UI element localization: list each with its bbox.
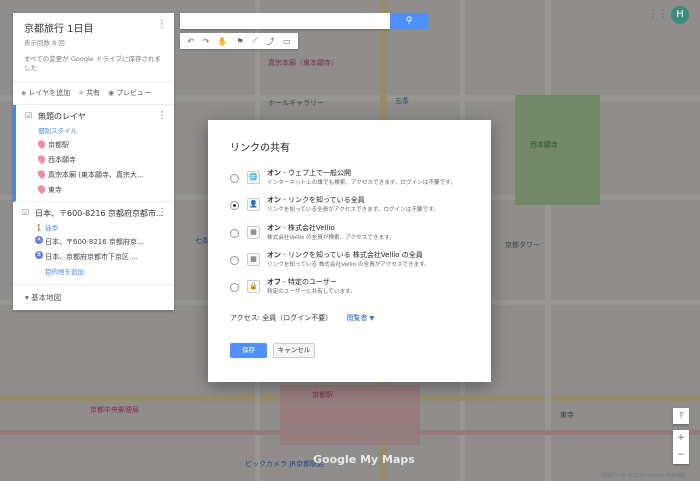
layer-more-icon[interactable]: ⋮ xyxy=(157,110,167,121)
apps-icon[interactable]: ⋮⋮ xyxy=(648,9,668,20)
pin-icon xyxy=(38,138,47,150)
help-icon[interactable]: ? xyxy=(673,408,689,424)
search-input[interactable] xyxy=(180,13,390,29)
option-public-web[interactable]: 🌐 オン - ウェブ上で一般公開 インターネット上の誰でも検索、アクセスできます… xyxy=(230,168,485,190)
building-link-icon: ▦ xyxy=(247,253,260,266)
option-anyone-with-link[interactable]: 👤 オン - リンクを知っている全員 リンクを知っている全員がアクセスできます。… xyxy=(230,195,485,217)
stop-badge: A xyxy=(35,236,43,245)
eye-icon: ◉ xyxy=(108,89,115,98)
layers-icon: ◈ xyxy=(21,89,27,98)
more-icon[interactable]: ⋮ xyxy=(157,20,167,30)
marker-icon[interactable]: ⚑ xyxy=(237,37,244,46)
layer-untitled[interactable]: ☑ 無題のレイヤ ⋮ 個別スタイル 京都駅 西本願寺 真宗本廟 (東本願寺、真宗… xyxy=(13,105,174,203)
share-button[interactable]: + 共有 xyxy=(78,88,100,98)
map-copyright[interactable]: 地図データ ©2019 Google 利用規約 xyxy=(601,472,686,479)
layer-route[interactable]: ☑ 日本、〒600-8216 京都府京都市... ⋮ 🚶 徒歩 A 日本、〒600… xyxy=(13,202,174,286)
option-organization-link[interactable]: ▦ オン - リンクを知っている 株式会社Vellio の全員 リンクを知ってい… xyxy=(230,250,485,272)
dialog-title: リンクの共有 xyxy=(230,143,290,154)
basemap-toggle[interactable]: ▾ 基本地図 xyxy=(13,285,174,310)
option-organization[interactable]: ▦ オン - 株式会社Vellio 株式会社Vellio の全員が検索、アクセス… xyxy=(230,223,485,245)
directions-icon[interactable]: ⤴ xyxy=(267,36,275,47)
map-panel: 京都旅行 1日目 ⋮ 表示回数 8 回 すべての変更が Google ドライブに… xyxy=(13,13,174,311)
search-button[interactable]: ⚲ xyxy=(390,13,428,29)
layer-checkbox[interactable]: ☑ xyxy=(22,208,29,217)
lock-person-icon: 🔒 xyxy=(247,280,260,293)
layer-name[interactable]: 無題のレイヤ xyxy=(38,111,166,122)
link-sharing-dialog: リンクの共有 🌐 オン - ウェブ上で一般公開 インターネット上の誰でも検索、ア… xyxy=(208,120,491,382)
avatar[interactable]: H xyxy=(671,6,689,24)
access-row: アクセス: 全員（ログイン不要） 閲覧者 ▼ xyxy=(230,313,374,323)
zoom-control: + − xyxy=(673,430,689,464)
radio-organization-link[interactable] xyxy=(230,256,239,265)
preview-button[interactable]: ◉ プレビュー xyxy=(108,88,151,98)
option-specific-users[interactable]: 🔒 オフ - 特定のユーザー 特定のユーザーと共有しています。 xyxy=(230,277,485,299)
stop-badge: B xyxy=(35,251,43,260)
panel-actions: ◈ レイヤを追加 + 共有 ◉ プレビュー xyxy=(13,81,174,106)
chevron-down-icon: ▼ xyxy=(369,315,375,322)
add-destination-link[interactable]: 目的地を追加 xyxy=(35,264,166,280)
search-icon: ⚲ xyxy=(405,16,413,26)
radio-specific-users[interactable] xyxy=(230,283,239,292)
list-item[interactable]: 西本願寺 xyxy=(38,152,166,167)
hand-icon[interactable]: ✋ xyxy=(218,37,228,46)
list-item[interactable]: 京都駅 xyxy=(38,137,166,152)
route-stop[interactable]: A 日本、〒600-8216 京都府京... xyxy=(35,234,166,249)
layer-name[interactable]: 日本、〒600-8216 京都府京都市... xyxy=(35,208,166,219)
layer-more-icon[interactable]: ⋮ xyxy=(157,207,167,218)
role-dropdown[interactable]: 閲覧者 ▼ xyxy=(346,314,374,322)
pin-icon xyxy=(38,153,47,165)
cancel-button[interactable]: キャンセル xyxy=(273,343,315,358)
person-add-icon: + xyxy=(78,89,85,98)
route-stop[interactable]: B 日本、京都府京都市下京区 ... xyxy=(35,249,166,264)
pin-icon xyxy=(38,168,47,180)
add-layer-button[interactable]: ◈ レイヤを追加 xyxy=(21,88,70,98)
walking-mode[interactable]: 🚶 徒歩 xyxy=(35,222,166,232)
layer-style-link[interactable]: 個別スタイル xyxy=(38,125,166,135)
line-icon[interactable]: ⟋ xyxy=(252,36,258,46)
globe-icon: 🌐 xyxy=(247,171,260,184)
access-label: アクセス: 全員（ログイン不要） xyxy=(230,314,333,322)
radio-organization[interactable] xyxy=(230,229,239,238)
building-icon: ▦ xyxy=(247,226,260,239)
map-toolbar: ↶ ↷ ✋ ⚑ ⟋ ⤴ ▭ xyxy=(180,33,298,49)
zoom-in-icon[interactable]: + xyxy=(673,430,689,447)
list-item[interactable]: 東寺 xyxy=(38,182,166,197)
map-title[interactable]: 京都旅行 1日目 xyxy=(13,13,174,35)
radio-anyone-with-link[interactable] xyxy=(230,201,239,210)
redo-icon[interactable]: ↷ xyxy=(203,37,210,46)
view-count: 表示回数 8 回 xyxy=(24,39,65,47)
saved-status: すべての変更が Google ドライブに保存されました xyxy=(24,55,161,73)
radio-public-web[interactable] xyxy=(230,174,239,183)
google-my-maps-logo: Google My Maps xyxy=(313,453,415,466)
undo-icon[interactable]: ↶ xyxy=(187,37,194,46)
ruler-icon[interactable]: ▭ xyxy=(283,37,291,46)
link-person-icon: 👤 xyxy=(247,198,260,211)
walk-icon: 🚶 xyxy=(35,224,44,233)
save-button[interactable]: 保存 xyxy=(230,343,267,358)
list-item[interactable]: 真宗本廟 (東本願寺、真宗大... xyxy=(38,167,166,182)
layer-checkbox[interactable]: ☑ xyxy=(25,111,32,120)
pin-icon xyxy=(38,183,47,195)
zoom-out-icon[interactable]: − xyxy=(673,447,689,464)
